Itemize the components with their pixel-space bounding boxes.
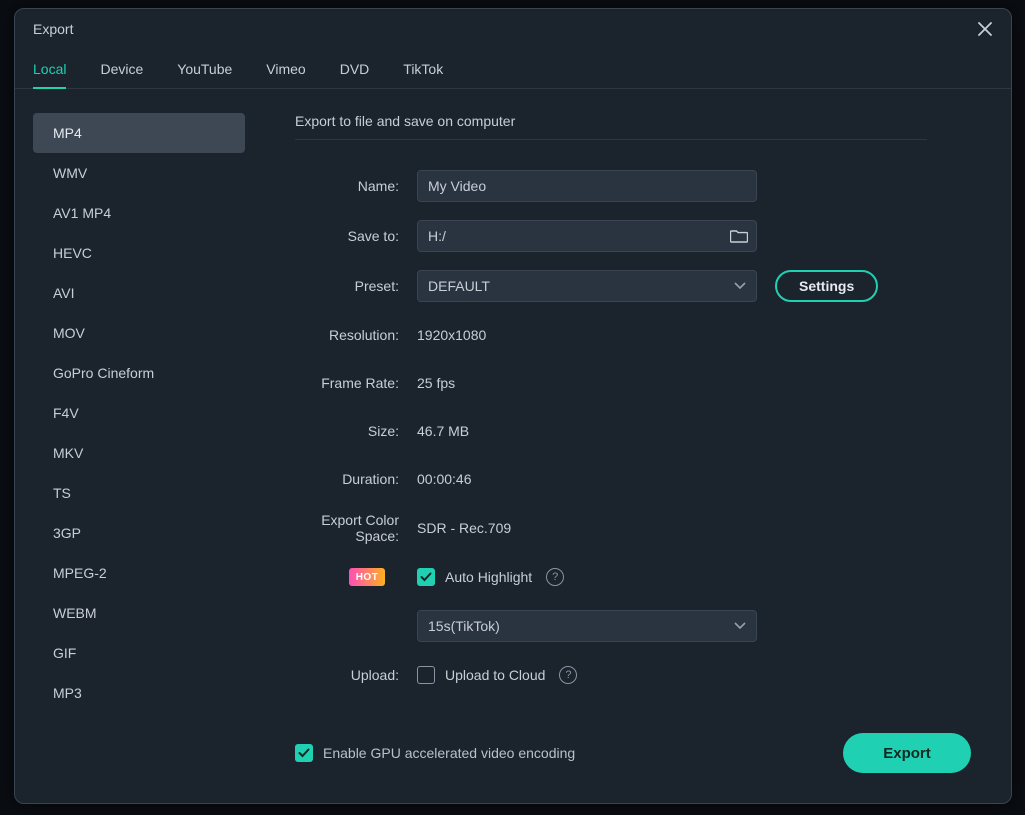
tab-device[interactable]: Device: [100, 49, 143, 88]
dialog-title: Export: [33, 21, 73, 37]
row-size: Size: 46.7 MB: [295, 416, 971, 446]
export-button[interactable]: Export: [843, 733, 971, 773]
form: Name: Save to: H:/ Preset: DEFAULT: [295, 170, 971, 690]
format-mp4[interactable]: MP4: [33, 113, 245, 153]
upload-cloud-checkbox[interactable]: [417, 666, 435, 684]
export-dialog: Export Local Device YouTube Vimeo DVD Ti…: [14, 8, 1012, 804]
duration-value: 00:00:46: [417, 471, 472, 487]
tabs: Local Device YouTube Vimeo DVD TikTok: [15, 49, 1011, 89]
size-value: 46.7 MB: [417, 423, 469, 439]
tab-local[interactable]: Local: [33, 49, 66, 88]
label-name: Name:: [295, 178, 417, 194]
close-icon: [978, 22, 992, 36]
format-avi[interactable]: AVI: [33, 273, 245, 313]
format-mkv[interactable]: MKV: [33, 433, 245, 473]
label-preset: Preset:: [295, 278, 417, 294]
row-preset: Preset: DEFAULT Settings: [295, 270, 971, 302]
format-ts[interactable]: TS: [33, 473, 245, 513]
format-3gp[interactable]: 3GP: [33, 513, 245, 553]
label-auto-highlight: HOT: [295, 568, 417, 586]
label-resolution: Resolution:: [295, 327, 417, 343]
settings-button[interactable]: Settings: [775, 270, 878, 302]
preset-select[interactable]: DEFAULT: [417, 270, 757, 302]
auto-highlight-label: Auto Highlight: [445, 569, 532, 585]
footer: Enable GPU accelerated video encoding Ex…: [295, 725, 971, 787]
saveto-input[interactable]: H:/: [417, 220, 757, 252]
label-size: Size:: [295, 423, 417, 439]
format-mp3[interactable]: MP3: [33, 673, 245, 713]
format-f4v[interactable]: F4V: [33, 393, 245, 433]
row-colorspace: Export Color Space: SDR - Rec.709: [295, 512, 971, 544]
chevron-down-icon: [734, 282, 746, 290]
preset-value: DEFAULT: [428, 278, 734, 294]
format-wmv[interactable]: WMV: [33, 153, 245, 193]
format-av1-mp4[interactable]: AV1 MP4: [33, 193, 245, 233]
row-framerate: Frame Rate: 25 fps: [295, 368, 971, 398]
name-input[interactable]: [417, 170, 757, 202]
label-duration: Duration:: [295, 471, 417, 487]
row-duration: Duration: 00:00:46: [295, 464, 971, 494]
format-gif[interactable]: GIF: [33, 633, 245, 673]
folder-icon[interactable]: [730, 228, 748, 244]
gpu-row: Enable GPU accelerated video encoding: [295, 744, 575, 762]
format-webm[interactable]: WEBM: [33, 593, 245, 633]
help-icon[interactable]: ?: [546, 568, 564, 586]
tab-dvd[interactable]: DVD: [340, 49, 370, 88]
saveto-value: H:/: [428, 228, 730, 244]
row-auto-highlight: HOT Auto Highlight ?: [295, 562, 971, 592]
hot-badge: HOT: [349, 568, 385, 586]
chevron-down-icon: [734, 622, 746, 630]
highlight-preset-select[interactable]: 15s(TikTok): [417, 610, 757, 642]
titlebar: Export: [15, 9, 1011, 49]
framerate-value: 25 fps: [417, 375, 455, 391]
label-colorspace: Export Color Space:: [295, 512, 417, 544]
format-hevc[interactable]: HEVC: [33, 233, 245, 273]
row-upload: Upload: Upload to Cloud ?: [295, 660, 971, 690]
colorspace-value: SDR - Rec.709: [417, 520, 511, 536]
close-button[interactable]: [973, 17, 997, 41]
row-name: Name:: [295, 170, 971, 202]
format-mov[interactable]: MOV: [33, 313, 245, 353]
help-icon[interactable]: ?: [559, 666, 577, 684]
format-mpeg2[interactable]: MPEG-2: [33, 553, 245, 593]
row-highlight-preset: 15s(TikTok): [295, 610, 971, 642]
resolution-value: 1920x1080: [417, 327, 486, 343]
section-header: Export to file and save on computer: [295, 113, 927, 140]
row-saveto: Save to: H:/: [295, 220, 971, 252]
label-upload: Upload:: [295, 667, 417, 683]
format-gopro[interactable]: GoPro Cineform: [33, 353, 245, 393]
gpu-label: Enable GPU accelerated video encoding: [323, 745, 575, 761]
tab-vimeo[interactable]: Vimeo: [266, 49, 305, 88]
row-resolution: Resolution: 1920x1080: [295, 320, 971, 350]
format-sidebar: MP4 WMV AV1 MP4 HEVC AVI MOV GoPro Cinef…: [15, 89, 247, 803]
auto-highlight-checkbox[interactable]: [417, 568, 435, 586]
gpu-checkbox[interactable]: [295, 744, 313, 762]
tab-youtube[interactable]: YouTube: [177, 49, 232, 88]
highlight-preset-value: 15s(TikTok): [428, 618, 734, 634]
tab-tiktok[interactable]: TikTok: [403, 49, 443, 88]
main-panel: Export to file and save on computer Name…: [247, 89, 1011, 803]
upload-cloud-label: Upload to Cloud: [445, 667, 545, 683]
dialog-body: MP4 WMV AV1 MP4 HEVC AVI MOV GoPro Cinef…: [15, 89, 1011, 803]
label-saveto: Save to:: [295, 228, 417, 244]
label-framerate: Frame Rate:: [295, 375, 417, 391]
